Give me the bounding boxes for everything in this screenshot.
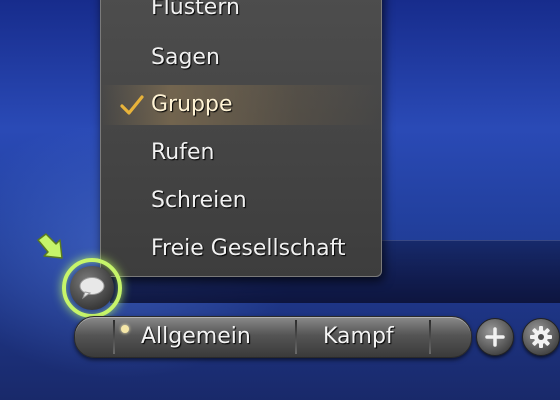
speech-bubble-icon <box>79 277 105 300</box>
menu-item-free-company[interactable]: Freie Gesellschaft <box>101 229 381 269</box>
tab-divider <box>295 320 297 354</box>
tab-label: Allgemein <box>141 324 251 349</box>
add-tab-button[interactable] <box>476 318 514 356</box>
tab-label: Kampf <box>323 324 394 349</box>
settings-button[interactable] <box>522 318 560 356</box>
tab-combat[interactable]: Kampf <box>323 317 394 357</box>
tab-divider <box>113 320 115 354</box>
checkmark-icon <box>120 95 144 115</box>
menu-item-whisper[interactable]: Flüstern <box>101 0 381 28</box>
chat-mode-menu: Flüstern Sagen Gruppe Rufen Schreien Fre… <box>100 0 382 277</box>
chat-tab-bar: Allgemein Kampf <box>74 316 472 358</box>
menu-item-label: Rufen <box>151 140 215 165</box>
gear-icon <box>530 326 552 348</box>
menu-item-label: Gruppe <box>151 92 233 117</box>
menu-item-shout[interactable]: Rufen <box>101 133 381 173</box>
arrow-pointer-icon <box>37 233 63 259</box>
chat-mode-button[interactable] <box>70 266 114 310</box>
plus-icon <box>485 327 505 347</box>
menu-item-label: Schreien <box>151 188 247 213</box>
menu-item-label: Sagen <box>151 45 220 70</box>
tab-general[interactable]: Allgemein <box>141 317 251 357</box>
menu-item-label: Flüstern <box>151 0 240 20</box>
unread-indicator <box>121 325 129 333</box>
menu-item-group[interactable]: Gruppe <box>101 85 381 125</box>
menu-item-yell[interactable]: Schreien <box>101 181 381 221</box>
menu-item-label: Freie Gesellschaft <box>151 236 346 261</box>
menu-item-say[interactable]: Sagen <box>101 38 381 78</box>
tab-divider <box>429 320 431 354</box>
game-screen: Flüstern Sagen Gruppe Rufen Schreien Fre… <box>0 0 560 400</box>
